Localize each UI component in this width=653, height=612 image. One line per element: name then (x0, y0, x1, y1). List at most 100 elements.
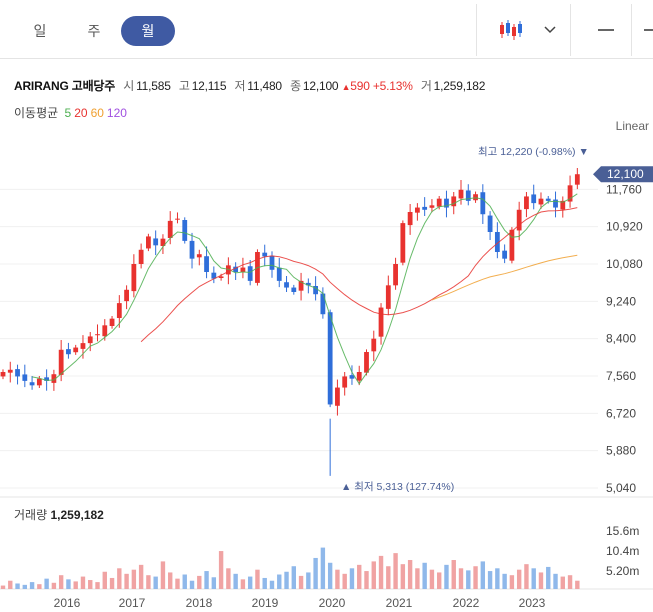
volume-bar (458, 568, 464, 589)
volume-bar (240, 579, 246, 589)
candle (567, 175, 573, 208)
candle (7, 361, 13, 383)
candle-body (102, 325, 108, 337)
price-chart[interactable]: 11,760 10,920 10,080 9,240 8,400 7,560 6,720 5,… (0, 0, 653, 612)
volume-bar (407, 560, 413, 589)
candle-body (400, 223, 406, 263)
candle-body (516, 209, 522, 231)
candle-body (524, 196, 529, 210)
volume-bar (189, 580, 195, 589)
candle-body (240, 267, 246, 272)
candle-body (182, 220, 188, 241)
volume-bar (124, 573, 129, 589)
volume-bar (538, 572, 544, 589)
volume-bar (29, 582, 35, 589)
candle (189, 232, 195, 269)
ma-5-line (32, 193, 578, 385)
volume-bar (357, 564, 362, 589)
volume-bar (560, 576, 565, 589)
volume-bar (371, 561, 376, 589)
volume-bar (524, 564, 529, 589)
volume-bar (378, 555, 384, 589)
volume-bar (233, 573, 238, 589)
candle-body (109, 318, 115, 326)
y-tick-label: 10,080 (606, 257, 643, 271)
candle-body (218, 276, 224, 278)
volume-bar (262, 577, 267, 589)
candle (146, 233, 151, 252)
volume-total: 1,259,182 (50, 508, 104, 522)
volume-bar (386, 566, 391, 589)
candle-body (262, 252, 268, 257)
volume-bar (211, 577, 217, 589)
candle-body (291, 287, 297, 292)
candle (414, 203, 420, 221)
candle-body (269, 255, 275, 270)
volume-bar (80, 576, 86, 589)
candle-body (153, 238, 159, 246)
volume-bar (553, 573, 558, 589)
candle-body (422, 206, 428, 210)
volume-bar (0, 585, 6, 589)
candle-body (175, 218, 180, 220)
volume-bar (546, 566, 551, 589)
candle-body (545, 198, 551, 201)
candle-body (87, 336, 93, 344)
candle-body (378, 307, 384, 337)
volume-bar (284, 571, 289, 589)
candle-body (436, 198, 442, 207)
volume-bar (422, 562, 427, 589)
x-tick-label: 2017 (119, 596, 146, 610)
candle (153, 230, 159, 256)
candle (73, 344, 79, 355)
candle-body (473, 194, 478, 201)
x-tick-label: 2016 (54, 596, 81, 610)
volume-bar (531, 568, 536, 589)
candle-body (371, 338, 377, 352)
volume-bar (197, 575, 202, 589)
candle-body (80, 343, 86, 349)
candle-body (124, 289, 129, 302)
volume-bar (509, 575, 515, 589)
candle-body (196, 254, 202, 258)
volume-bar (88, 580, 93, 589)
volume-bar (575, 580, 580, 589)
candle (124, 285, 129, 310)
candle (574, 168, 580, 190)
volume-bar (444, 564, 449, 589)
candle-body (15, 369, 20, 377)
candle-body (138, 249, 144, 264)
candle (269, 251, 275, 278)
candle (487, 211, 493, 240)
volume-bar (393, 553, 398, 589)
candle (494, 222, 500, 259)
candle-body (385, 285, 391, 309)
volume-bar (567, 575, 573, 589)
volume-bar (218, 551, 224, 589)
volume-bar (349, 568, 355, 589)
candle (182, 217, 188, 244)
volume-bar (8, 580, 13, 589)
volume-bar (335, 569, 340, 589)
candle (109, 316, 115, 329)
candle-body (73, 347, 79, 353)
volume-bar (66, 579, 71, 589)
volume-bar (466, 570, 471, 589)
volume-bar (168, 572, 173, 589)
candle (66, 342, 71, 359)
candle-body (342, 376, 348, 388)
volume-bar (291, 566, 296, 589)
candle (240, 257, 246, 279)
volume-bar (480, 561, 486, 589)
volume-bar (95, 582, 100, 589)
candle (371, 330, 377, 362)
candle (15, 364, 20, 385)
y-tick-label: 11,760 (606, 182, 642, 196)
volume-bar (495, 568, 500, 589)
volume-bar (516, 569, 522, 589)
candle-body (407, 212, 413, 226)
candle (233, 262, 239, 280)
min-annotation: ▲ 최저 5,313 (127.74%) (341, 481, 454, 493)
candle (22, 364, 28, 388)
candle-body (22, 374, 28, 381)
